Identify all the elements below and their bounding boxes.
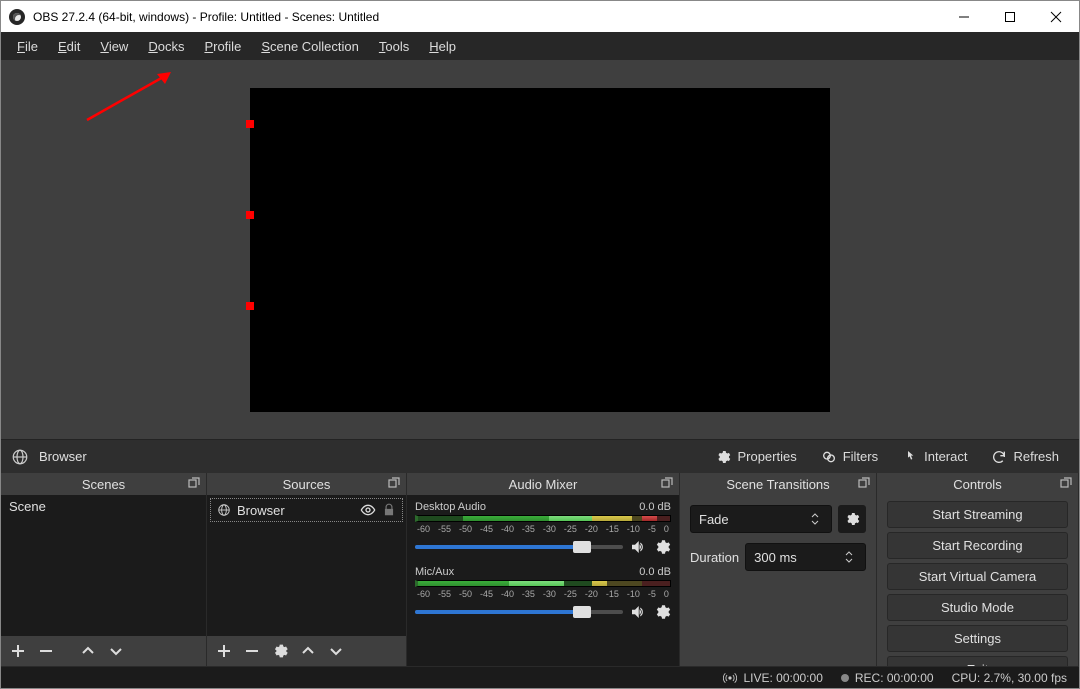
source-properties-button[interactable] (269, 640, 291, 662)
resize-handle-top[interactable] (246, 120, 254, 128)
scenes-header: Scenes (1, 473, 206, 495)
maximize-button[interactable] (987, 1, 1033, 32)
minimize-button[interactable] (941, 1, 987, 32)
audio-meter (415, 580, 671, 587)
transition-settings-button[interactable] (838, 505, 866, 533)
meter-ticks: -60-55-50-45-40-35-30-25-20-15-10-50 (415, 589, 671, 599)
scenes-dock: Scenes Scene (1, 473, 207, 666)
popout-icon[interactable] (188, 477, 200, 489)
menubar: File Edit View Docks Profile Scene Colle… (1, 32, 1079, 60)
selected-source-label: Browser (39, 449, 87, 464)
source-item[interactable]: Browser (210, 498, 403, 522)
mixer-channel-desktop: Desktop Audio 0.0 dB -60-55-50-45-40-35-3… (415, 501, 671, 556)
menu-view[interactable]: View (90, 35, 138, 58)
sources-header: Sources (207, 473, 406, 495)
duration-label: Duration (690, 550, 739, 565)
transitions-header: Scene Transitions (680, 473, 876, 495)
remove-source-button[interactable] (241, 640, 263, 662)
menu-docks[interactable]: Docks (138, 35, 194, 58)
preview-area[interactable] (1, 60, 1079, 439)
resize-handle-mid[interactable] (246, 211, 254, 219)
menu-edit[interactable]: Edit (48, 35, 90, 58)
mixer-header: Audio Mixer (407, 473, 679, 495)
gear-icon (844, 511, 860, 527)
filters-icon (821, 449, 837, 465)
gear-icon[interactable] (653, 538, 671, 556)
scene-item[interactable]: Scene (1, 495, 206, 518)
title-bar: OBS 27.2.4 (64-bit, windows) - Profile: … (1, 1, 1079, 32)
speaker-icon[interactable] (629, 538, 647, 556)
gear-icon (715, 449, 731, 465)
start-virtual-camera-button[interactable]: Start Virtual Camera (887, 563, 1068, 590)
interact-button[interactable]: Interact (892, 445, 977, 469)
start-recording-button[interactable]: Start Recording (887, 532, 1068, 559)
filters-button[interactable]: Filters (811, 445, 888, 469)
add-scene-button[interactable] (7, 640, 29, 662)
pointer-icon (902, 449, 918, 465)
audio-meter (415, 515, 671, 522)
visibility-icon[interactable] (360, 502, 376, 518)
refresh-button[interactable]: Refresh (981, 445, 1069, 469)
globe-icon (217, 503, 231, 517)
source-down-button[interactable] (325, 640, 347, 662)
lock-icon[interactable] (382, 503, 396, 517)
source-label: Browser (237, 503, 354, 518)
annotation-arrow (79, 68, 179, 128)
select-stepper-icon (807, 511, 823, 527)
source-toolbar: Browser Properties Filters Interact Refr… (1, 439, 1079, 473)
settings-button[interactable]: Settings (887, 625, 1068, 652)
menu-file[interactable]: File (7, 35, 48, 58)
broadcast-icon (723, 671, 737, 685)
source-up-button[interactable] (297, 640, 319, 662)
audio-mixer-dock: Audio Mixer Desktop Audio 0.0 dB -60-55-5… (407, 473, 680, 666)
volume-slider[interactable] (415, 545, 623, 549)
transitions-dock: Scene Transitions Fade (680, 473, 877, 666)
controls-dock: Controls Start Streaming Start Recording… (877, 473, 1079, 666)
scene-up-button[interactable] (77, 640, 99, 662)
properties-button[interactable]: Properties (705, 445, 806, 469)
volume-slider[interactable] (415, 610, 623, 614)
popout-icon[interactable] (388, 477, 400, 489)
obs-logo-icon (9, 9, 25, 25)
preview-canvas[interactable] (250, 88, 830, 412)
scene-down-button[interactable] (105, 640, 127, 662)
duration-stepper-icon[interactable] (841, 549, 857, 565)
controls-header: Controls (877, 473, 1078, 495)
status-cpu: CPU: 2.7%, 30.00 fps (952, 671, 1067, 685)
status-live: LIVE: 00:00:00 (743, 671, 822, 685)
menu-profile[interactable]: Profile (194, 35, 251, 58)
meter-ticks: -60-55-50-45-40-35-30-25-20-15-10-50 (415, 524, 671, 534)
start-streaming-button[interactable]: Start Streaming (887, 501, 1068, 528)
menu-tools[interactable]: Tools (369, 35, 419, 58)
status-rec: REC: 00:00:00 (855, 671, 934, 685)
channel-name: Mic/Aux (415, 566, 454, 578)
channel-db: 0.0 dB (639, 501, 671, 513)
popout-icon[interactable] (1060, 477, 1072, 489)
close-button[interactable] (1033, 1, 1079, 32)
exit-button[interactable]: Exit (887, 656, 1068, 666)
globe-icon (11, 448, 29, 466)
menu-help[interactable]: Help (419, 35, 466, 58)
window-title: OBS 27.2.4 (64-bit, windows) - Profile: … (33, 10, 941, 24)
menu-scene-collection[interactable]: Scene Collection (251, 35, 369, 58)
gear-icon[interactable] (653, 603, 671, 621)
studio-mode-button[interactable]: Studio Mode (887, 594, 1068, 621)
popout-icon[interactable] (661, 477, 673, 489)
duration-input[interactable]: 300 ms (745, 543, 866, 571)
resize-handle-bottom[interactable] (246, 302, 254, 310)
mixer-channel-mic: Mic/Aux 0.0 dB -60-55-50-45-40-35-30-25-2… (415, 566, 671, 621)
channel-db: 0.0 dB (639, 566, 671, 578)
popout-icon[interactable] (858, 477, 870, 489)
status-bar: LIVE: 00:00:00 REC: 00:00:00 CPU: 2.7%, … (1, 666, 1079, 688)
remove-scene-button[interactable] (35, 640, 57, 662)
refresh-icon (991, 449, 1007, 465)
transition-select[interactable]: Fade (690, 505, 832, 533)
add-source-button[interactable] (213, 640, 235, 662)
sources-dock: Sources Browser (207, 473, 407, 666)
channel-name: Desktop Audio (415, 501, 486, 513)
speaker-icon[interactable] (629, 603, 647, 621)
rec-dot-icon (841, 674, 849, 682)
